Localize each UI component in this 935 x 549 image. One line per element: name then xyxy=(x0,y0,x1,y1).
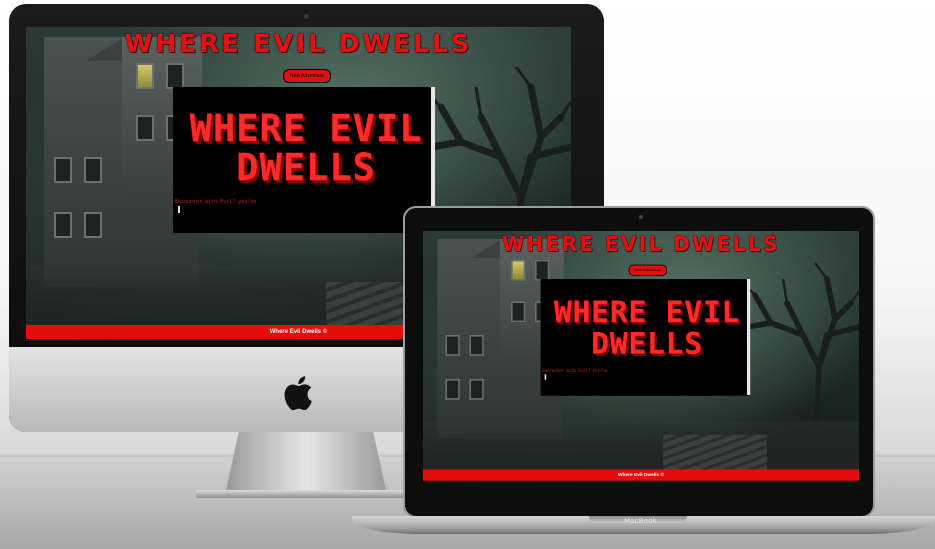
game-terminal[interactable]: WHERE EVIL DWELLS Encounter with Evil? y… xyxy=(540,279,749,396)
terminal-scrollbar[interactable] xyxy=(747,279,751,395)
terminal-ascii-title: WHERE EVIL DWELLS xyxy=(189,107,423,189)
window xyxy=(469,335,484,356)
imac-stand xyxy=(226,432,386,490)
new-adventure-button[interactable]: New Adventure xyxy=(283,69,331,83)
dead-tree-background xyxy=(742,262,859,447)
window xyxy=(54,212,72,238)
window xyxy=(136,115,154,141)
window xyxy=(469,379,484,400)
lit-window xyxy=(136,63,154,89)
window xyxy=(445,335,460,356)
imac-stand-base xyxy=(196,490,416,498)
terminal-cursor[interactable] xyxy=(544,374,547,380)
window xyxy=(166,63,184,89)
terminal-cursor[interactable] xyxy=(178,206,180,213)
footer-text: Where Evil Dwells © xyxy=(618,472,664,478)
window xyxy=(54,157,72,183)
apple-logo-icon xyxy=(283,375,313,411)
stone-stairs xyxy=(663,435,767,471)
game-terminal[interactable]: WHERE EVIL DWELLS Encounter with Evil? y… xyxy=(173,87,433,233)
lit-window xyxy=(511,259,526,281)
new-adventure-button[interactable]: New Adventure xyxy=(628,264,667,276)
window xyxy=(84,157,102,183)
window xyxy=(535,259,550,281)
website-page: WHERE EVIL DWELLS New Adventure WHERE EV… xyxy=(423,231,859,483)
macbook-camera-icon xyxy=(639,215,643,219)
macbook-screen: WHERE EVIL DWELLS New Adventure WHERE EV… xyxy=(423,231,859,505)
terminal-ascii-title: WHERE EVIL DWELLS xyxy=(553,295,741,361)
terminal-prompt: Encounter with Evil? yes/no xyxy=(175,199,257,205)
site-footer: Where Evil Dwells © xyxy=(423,469,859,481)
terminal-prompt: Encounter with Evil? yes/no xyxy=(542,368,608,374)
window xyxy=(84,212,102,238)
window xyxy=(511,301,526,323)
site-header-title: WHERE EVIL DWELLS xyxy=(502,232,780,256)
site-header-title: WHERE EVIL DWELLS xyxy=(124,29,473,58)
window xyxy=(445,379,460,400)
ground-fog xyxy=(423,421,859,470)
imac-camera-icon xyxy=(304,14,309,19)
macbook-brand-label: MacBook xyxy=(624,517,657,525)
